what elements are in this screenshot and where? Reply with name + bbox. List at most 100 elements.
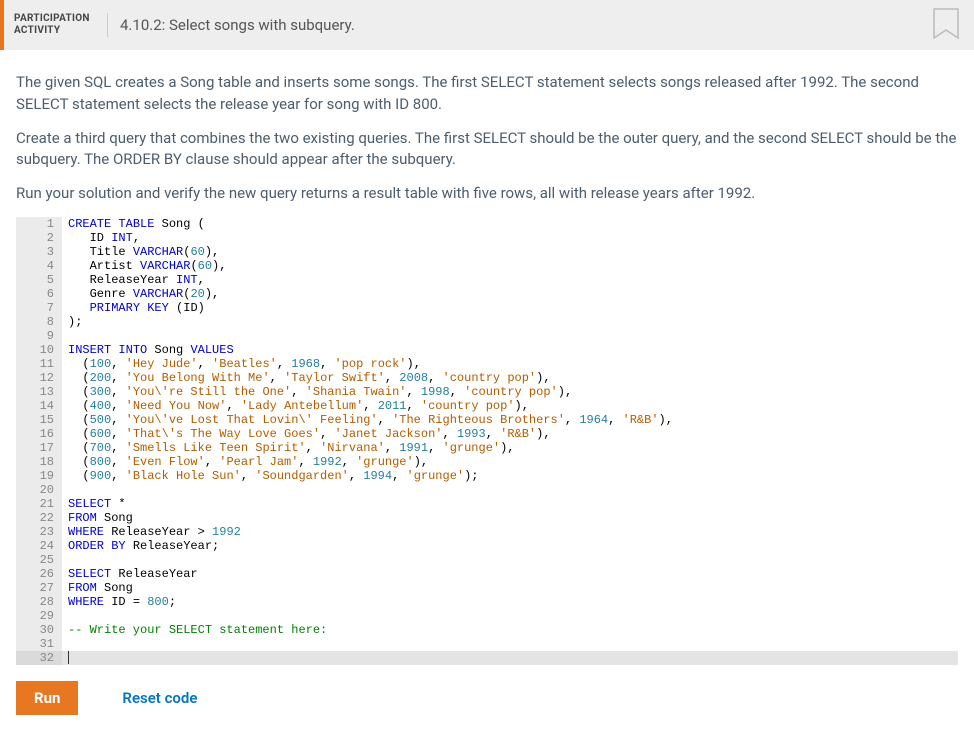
code-line[interactable]: 22FROM Song bbox=[16, 511, 958, 525]
code-content[interactable]: PRIMARY KEY (ID) bbox=[62, 301, 958, 315]
code-line[interactable]: 16 (600, 'That\'s The Way Love Goes', 'J… bbox=[16, 427, 958, 441]
code-content[interactable]: (200, 'You Belong With Me', 'Taylor Swif… bbox=[62, 371, 958, 385]
code-content[interactable]: (100, 'Hey Jude', 'Beatles', 1968, 'pop … bbox=[62, 357, 958, 371]
line-number: 27 bbox=[16, 581, 62, 595]
code-line[interactable]: 17 (700, 'Smells Like Teen Spirit', 'Nir… bbox=[16, 441, 958, 455]
line-number: 24 bbox=[16, 539, 62, 553]
code-line[interactable]: 19 (900, 'Black Hole Sun', 'Soundgarden'… bbox=[16, 469, 958, 483]
code-content[interactable]: INSERT INTO Song VALUES bbox=[62, 343, 958, 357]
line-number: 22 bbox=[16, 511, 62, 525]
activity-label-line1: PARTICIPATION bbox=[14, 13, 90, 24]
line-number: 16 bbox=[16, 427, 62, 441]
code-content[interactable]: (700, 'Smells Like Teen Spirit', 'Nirvan… bbox=[62, 441, 958, 455]
code-line[interactable]: 32 bbox=[16, 651, 958, 665]
activity-content: The given SQL creates a Song table and i… bbox=[0, 50, 974, 673]
run-button[interactable]: Run bbox=[16, 681, 78, 715]
code-line[interactable]: 1CREATE TABLE Song ( bbox=[16, 217, 958, 231]
code-content[interactable]: (300, 'You\'re Still the One', 'Shania T… bbox=[62, 385, 958, 399]
code-line[interactable]: 13 (300, 'You\'re Still the One', 'Shani… bbox=[16, 385, 958, 399]
code-content[interactable]: FROM Song bbox=[62, 511, 958, 525]
code-content[interactable]: WHERE ReleaseYear > 1992 bbox=[62, 525, 958, 539]
code-line[interactable]: 5 ReleaseYear INT, bbox=[16, 273, 958, 287]
code-line[interactable]: 8); bbox=[16, 315, 958, 329]
code-content[interactable]: (600, 'That\'s The Way Love Goes', 'Jane… bbox=[62, 427, 958, 441]
code-content[interactable] bbox=[62, 651, 958, 665]
code-line[interactable]: 6 Genre VARCHAR(20), bbox=[16, 287, 958, 301]
line-number: 9 bbox=[16, 329, 62, 343]
code-line[interactable]: 10INSERT INTO Song VALUES bbox=[16, 343, 958, 357]
code-line[interactable]: 25 bbox=[16, 553, 958, 567]
line-number: 8 bbox=[16, 315, 62, 329]
code-content[interactable]: SELECT * bbox=[62, 497, 958, 511]
line-number: 7 bbox=[16, 301, 62, 315]
line-number: 5 bbox=[16, 273, 62, 287]
code-content[interactable]: Artist VARCHAR(60), bbox=[62, 259, 958, 273]
code-content[interactable]: ); bbox=[62, 315, 958, 329]
line-number: 14 bbox=[16, 399, 62, 413]
activity-header: PARTICIPATION ACTIVITY 4.10.2: Select so… bbox=[0, 0, 974, 50]
code-line[interactable]: 30-- Write your SELECT statement here: bbox=[16, 623, 958, 637]
code-content[interactable]: (500, 'You\'ve Lost That Lovin\' Feeling… bbox=[62, 413, 958, 427]
code-line[interactable]: 23WHERE ReleaseYear > 1992 bbox=[16, 525, 958, 539]
activity-type-label: PARTICIPATION ACTIVITY bbox=[4, 13, 108, 37]
button-row: Run Reset code bbox=[0, 673, 974, 729]
code-line[interactable]: 31 bbox=[16, 637, 958, 651]
line-number: 29 bbox=[16, 609, 62, 623]
code-content[interactable]: ReleaseYear INT, bbox=[62, 273, 958, 287]
line-number: 30 bbox=[16, 623, 62, 637]
code-line[interactable]: 26SELECT ReleaseYear bbox=[16, 567, 958, 581]
code-line[interactable]: 11 (100, 'Hey Jude', 'Beatles', 1968, 'p… bbox=[16, 357, 958, 371]
description-p2: Create a third query that combines the t… bbox=[16, 128, 958, 172]
activity-label-line2: ACTIVITY bbox=[14, 25, 60, 36]
code-line[interactable]: 14 (400, 'Need You Now', 'Lady Antebellu… bbox=[16, 399, 958, 413]
line-number: 3 bbox=[16, 245, 62, 259]
code-line[interactable]: 21SELECT * bbox=[16, 497, 958, 511]
code-content[interactable]: SELECT ReleaseYear bbox=[62, 567, 958, 581]
code-content[interactable]: CREATE TABLE Song ( bbox=[62, 217, 958, 231]
code-line[interactable]: 9 bbox=[16, 329, 958, 343]
code-content[interactable] bbox=[62, 329, 958, 343]
code-line[interactable]: 27FROM Song bbox=[16, 581, 958, 595]
code-content[interactable]: -- Write your SELECT statement here: bbox=[62, 623, 958, 637]
code-content[interactable] bbox=[62, 609, 958, 623]
line-number: 15 bbox=[16, 413, 62, 427]
code-line[interactable]: 15 (500, 'You\'ve Lost That Lovin\' Feel… bbox=[16, 413, 958, 427]
line-number: 1 bbox=[16, 217, 62, 231]
activity-title: 4.10.2: Select songs with subquery. bbox=[108, 16, 355, 34]
reset-code-link[interactable]: Reset code bbox=[122, 689, 197, 707]
code-line[interactable]: 7 PRIMARY KEY (ID) bbox=[16, 301, 958, 315]
line-number: 19 bbox=[16, 469, 62, 483]
code-editor[interactable]: 1CREATE TABLE Song (2 ID INT,3 Title VAR… bbox=[16, 217, 958, 665]
code-content[interactable]: Genre VARCHAR(20), bbox=[62, 287, 958, 301]
code-content[interactable]: Title VARCHAR(60), bbox=[62, 245, 958, 259]
line-number: 20 bbox=[16, 483, 62, 497]
line-number: 26 bbox=[16, 567, 62, 581]
code-line[interactable]: 4 Artist VARCHAR(60), bbox=[16, 259, 958, 273]
code-line[interactable]: 2 ID INT, bbox=[16, 231, 958, 245]
code-content[interactable]: FROM Song bbox=[62, 581, 958, 595]
cursor bbox=[68, 651, 69, 664]
line-number: 2 bbox=[16, 231, 62, 245]
code-content[interactable]: (900, 'Black Hole Sun', 'Soundgarden', 1… bbox=[62, 469, 958, 483]
line-number: 6 bbox=[16, 287, 62, 301]
line-number: 28 bbox=[16, 595, 62, 609]
activity-title-text: Select songs with subquery. bbox=[169, 16, 355, 34]
code-content[interactable]: ID INT, bbox=[62, 231, 958, 245]
line-number: 32 bbox=[16, 651, 62, 665]
code-line[interactable]: 20 bbox=[16, 483, 958, 497]
code-line[interactable]: 28WHERE ID = 800; bbox=[16, 595, 958, 609]
code-content[interactable]: (800, 'Even Flow', 'Pearl Jam', 1992, 'g… bbox=[62, 455, 958, 469]
code-content[interactable] bbox=[62, 483, 958, 497]
code-line[interactable]: 24ORDER BY ReleaseYear; bbox=[16, 539, 958, 553]
code-content[interactable]: (400, 'Need You Now', 'Lady Antebellum',… bbox=[62, 399, 958, 413]
line-number: 25 bbox=[16, 553, 62, 567]
code-line[interactable]: 3 Title VARCHAR(60), bbox=[16, 245, 958, 259]
code-line[interactable]: 29 bbox=[16, 609, 958, 623]
code-content[interactable]: WHERE ID = 800; bbox=[62, 595, 958, 609]
bookmark-icon[interactable] bbox=[932, 8, 960, 42]
code-line[interactable]: 12 (200, 'You Belong With Me', 'Taylor S… bbox=[16, 371, 958, 385]
code-content[interactable]: ORDER BY ReleaseYear; bbox=[62, 539, 958, 553]
code-line[interactable]: 18 (800, 'Even Flow', 'Pearl Jam', 1992,… bbox=[16, 455, 958, 469]
code-content[interactable] bbox=[62, 637, 958, 651]
code-content[interactable] bbox=[62, 553, 958, 567]
